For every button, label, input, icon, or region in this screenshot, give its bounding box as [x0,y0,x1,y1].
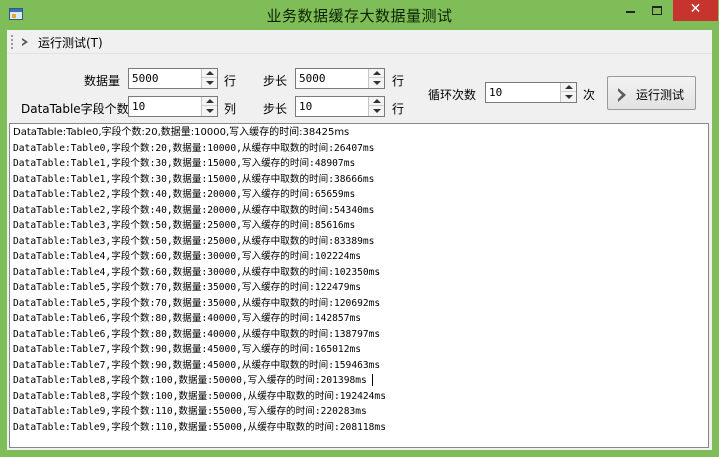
spin-up-icon[interactable] [202,69,217,78]
data-count-spinner[interactable] [201,69,217,88]
output-line: DataTable:Table8,字段个数:100,数据量:50000,写入缓存… [13,373,386,389]
spin-down-icon[interactable] [202,106,217,115]
minimize-button[interactable] [618,0,644,21]
step1-value: 5000 [299,72,326,85]
menu-item-run-test[interactable]: 运行测试(T) [19,33,106,51]
chevron-right-icon [618,88,628,102]
maximize-button[interactable] [644,0,670,21]
output-line: DataTable:Table8,字段个数:100,数据量:50000,从缓存中… [13,390,386,402]
spin-down-icon[interactable] [561,92,576,101]
loop-unit: 次 [583,88,596,102]
maximize-icon [652,6,662,15]
output-line: DataTable:Table7,字段个数:90,数据量:45000,写入缓存的… [13,344,362,355]
output-line: DataTable:Table4,字段个数:60,数据量:30000,写入缓存的… [13,251,362,262]
title-bar[interactable]: 业务数据缓存大数据量测试 ✕ [0,0,719,30]
fields-value: 10 [132,100,146,113]
step1-input[interactable]: 5000 [295,68,385,89]
spin-down-icon[interactable] [369,106,384,115]
step2-unit: 行 [392,102,405,116]
menu-bar: 运行测试(T) [7,30,712,54]
data-count-label: 数据量 [84,74,121,88]
loop-label: 循环次数 [428,88,477,102]
app-window: 业务数据缓存大数据量测试 ✕ 运行测试(T) 数据量 5000 行 步长 500… [0,0,719,457]
menu-item-label: 运行测试(T) [38,35,103,50]
window-title: 业务数据缓存大数据量测试 [266,7,453,25]
output-textbox[interactable]: DataTable:Table0,字段个数:20,数据量:10000,写入缓存的… [9,123,709,448]
output-line: DataTable:Table2,字段个数:40,数据量:20000,从缓存中取… [13,204,375,216]
minimize-icon [626,11,635,13]
output-line: DataTable:Table0,字段个数:20,数据量:10000,从缓存中取… [13,142,375,154]
output-line: DataTable:Table5,字段个数:70,数据量:35000,写入缓存的… [13,282,362,293]
client-area: 运行测试(T) 数据量 5000 行 步长 5000 行 DataTable字段… [7,30,712,450]
spin-down-icon[interactable] [202,78,217,87]
spin-down-icon[interactable] [369,78,384,87]
output-line: DataTable:Table5,字段个数:70,数据量:35000,从缓存中取… [13,297,381,309]
output-line: DataTable:Table3,字段个数:50,数据量:25000,从缓存中取… [13,235,375,247]
close-icon: ✕ [689,1,702,17]
step2-input[interactable]: 10 [295,96,385,117]
step2-spinner[interactable] [368,97,384,116]
output-line: DataTable:Table1,字段个数:30,数据量:15000,从缓存中取… [13,173,375,185]
menu-grip[interactable] [11,35,13,49]
output-line: DataTable:Table4,字段个数:60,数据量:30000,从缓存中取… [13,266,381,278]
output-line: DataTable:Table9,字段个数:110,数据量:55000,从缓存中… [13,421,386,433]
output-line: DataTable:Table3,字段个数:50,数据量:25000,写入缓存的… [13,220,356,231]
spin-up-icon[interactable] [561,83,576,92]
step1-label: 步长 [263,74,288,88]
step2-label: 步长 [263,102,288,116]
loop-spinner[interactable] [560,83,576,102]
fields-input[interactable]: 10 [128,96,218,117]
output-line: DataTable:Table1,字段个数:30,数据量:15000,写入缓存的… [13,158,356,169]
fields-spinner[interactable] [201,97,217,116]
chevron-right-icon [22,36,30,48]
spin-up-icon[interactable] [369,97,384,106]
fields-label: DataTable字段个数 [21,102,129,116]
output-line: DataTable:Table2,字段个数:40,数据量:20000,写入缓存的… [13,189,356,200]
fields-unit: 列 [224,102,237,116]
run-test-button-label: 运行测试 [636,88,685,102]
spin-up-icon[interactable] [369,69,384,78]
run-test-button[interactable]: 运行测试 [607,76,696,110]
output-lines: DataTable:Table0,字段个数:20,数据量:10000,写入缓存的… [13,125,386,435]
output-line: DataTable:Table6,字段个数:80,数据量:40000,写入缓存的… [13,313,362,324]
output-line: DataTable:Table6,字段个数:80,数据量:40000,从缓存中取… [13,328,381,340]
data-count-input[interactable]: 5000 [128,68,218,89]
output-line: DataTable:Table9,字段个数:110,数据量:55000,写入缓存… [13,406,367,417]
loop-input[interactable]: 10 [485,82,577,103]
spin-up-icon[interactable] [202,97,217,106]
step2-value: 10 [299,100,313,113]
data-count-value: 5000 [132,72,159,85]
step1-spinner[interactable] [368,69,384,88]
close-button[interactable]: ✕ [673,0,718,21]
text-caret [371,374,373,386]
loop-value: 10 [489,86,503,99]
data-count-unit: 行 [224,74,237,88]
output-line: DataTable:Table0,字段个数:20,数据量:10000,写入缓存的… [13,127,350,138]
step1-unit: 行 [392,74,405,88]
output-line: DataTable:Table7,字段个数:90,数据量:45000,从缓存中取… [13,359,381,371]
